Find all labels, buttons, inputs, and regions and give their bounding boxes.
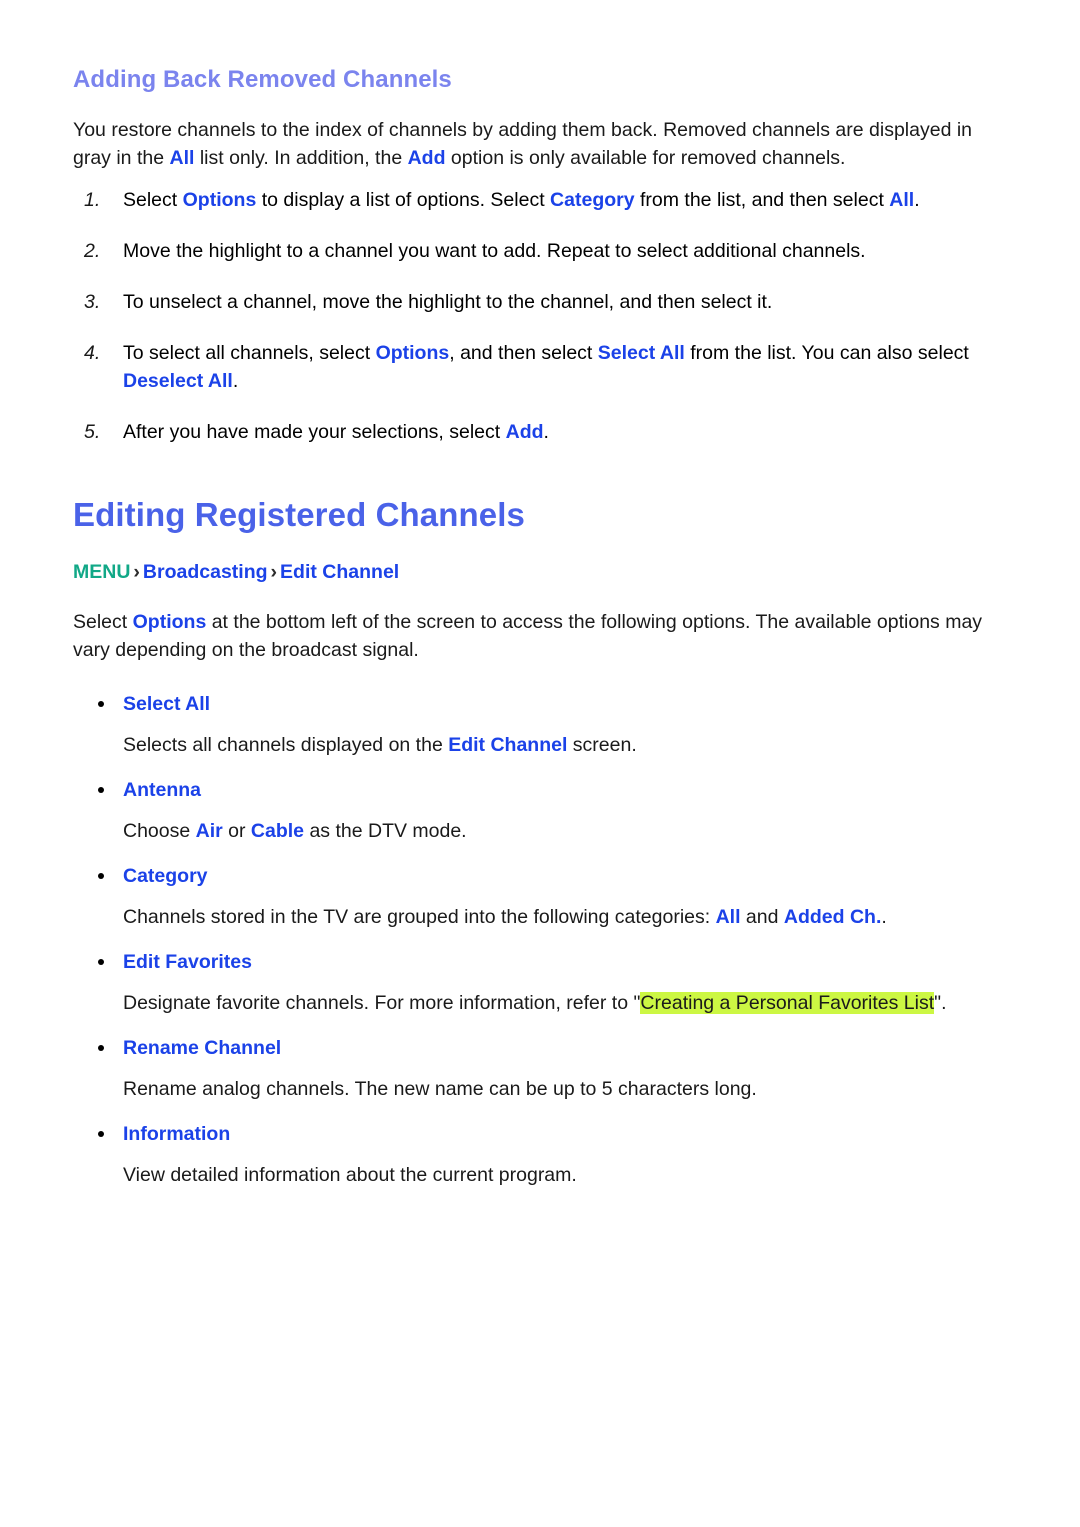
- step-text-part-4: .: [914, 189, 920, 211]
- step-text-part-1: After you have made your selections, sel…: [123, 421, 506, 443]
- option-description: View detailed information about the curr…: [73, 1161, 1010, 1189]
- option-label: Category: [123, 865, 208, 887]
- option-entry-edit-favorites: Edit Favorites: [73, 948, 1010, 976]
- inline-emphasis-options: Options: [132, 611, 207, 633]
- step-number: 2.: [84, 240, 101, 262]
- inline-emphasis-add: Add: [407, 147, 446, 169]
- option-label: Edit Favorites: [123, 951, 252, 973]
- inline-emphasis-all: All: [889, 189, 915, 211]
- list-item: Select All Selects all channels displaye…: [73, 690, 1010, 759]
- step-text-part-3: from the list, and then select: [634, 189, 890, 211]
- section1-intro-paragraph: You restore channels to the index of cha…: [73, 116, 1010, 172]
- intro-text-part-2: list only. In addition, the: [194, 147, 408, 169]
- list-item: 1. Select Options to display a list of op…: [73, 186, 1010, 214]
- desc-text-part-1: Designate favorite channels. For more in…: [123, 992, 641, 1014]
- intro-text-part-1: Select: [73, 611, 133, 633]
- list-item: Category Channels stored in the TV are g…: [73, 862, 1010, 931]
- desc-text-part-2: ".: [934, 992, 947, 1014]
- bullet-dot-icon: [98, 1045, 104, 1051]
- step-text-part-2: .: [543, 421, 549, 443]
- bullet-dot-icon: [98, 701, 104, 707]
- list-item: 3. To unselect a channel, move the highli…: [73, 288, 1010, 316]
- list-item: Antenna Choose Air or Cable as the DTV m…: [73, 776, 1010, 845]
- option-entry-select-all: Select All: [73, 690, 1010, 718]
- chevron-right-icon: ›: [270, 561, 278, 583]
- document-page: Adding Back Removed Channels You restore…: [0, 0, 1080, 1527]
- option-entry-rename-channel: Rename Channel: [73, 1034, 1010, 1062]
- desc-text-part-1: Rename analog channels. The new name can…: [123, 1078, 757, 1100]
- desc-text-part-2: screen.: [567, 734, 637, 756]
- option-description: Selects all channels displayed on the Ed…: [73, 731, 1010, 759]
- list-item: 5. After you have made your selections, s…: [73, 418, 1010, 446]
- inline-emphasis-options: Options: [375, 342, 450, 364]
- breadcrumb-item-broadcasting: Broadcasting: [142, 561, 268, 583]
- inline-emphasis-cable: Cable: [250, 820, 305, 842]
- inline-emphasis-all: All: [715, 906, 741, 928]
- section-heading-editing-registered-channels: Editing Registered Channels: [73, 496, 525, 533]
- highlighted-cross-reference[interactable]: Creating a Personal Favorites List: [640, 992, 935, 1014]
- option-entry-category: Category: [73, 862, 1010, 890]
- bullet-dot-icon: [98, 959, 104, 965]
- option-description: Designate favorite channels. For more in…: [73, 989, 1010, 1017]
- option-label: Information: [123, 1123, 231, 1145]
- desc-text-part-1: Channels stored in the TV are grouped in…: [123, 906, 716, 928]
- inline-emphasis-added-ch: Added Ch.: [783, 906, 882, 928]
- step-text-part-1: To unselect a channel, move the highligh…: [123, 291, 773, 313]
- inline-emphasis-deselect-all: Deselect All: [123, 370, 233, 392]
- inline-emphasis-all: All: [169, 147, 195, 169]
- list-item: 2. Move the highlight to a channel you wa…: [73, 237, 1010, 265]
- list-item: Edit Favorites Designate favorite channe…: [73, 948, 1010, 1017]
- step-text-part-1: Select: [123, 189, 183, 211]
- desc-text-part-3: as the DTV mode.: [304, 820, 467, 842]
- option-label: Rename Channel: [123, 1037, 282, 1059]
- breadcrumb: MENU › Broadcasting › Edit Channel: [73, 558, 1010, 586]
- list-item: 4. To select all channels, select Options…: [73, 339, 1010, 395]
- step-text-part-2: to display a list of options. Select: [256, 189, 551, 211]
- desc-text-part-1: Choose: [123, 820, 196, 842]
- inline-emphasis-options: Options: [182, 189, 257, 211]
- inline-emphasis-category: Category: [550, 189, 635, 211]
- inline-emphasis-air: Air: [195, 820, 223, 842]
- chevron-right-icon: ›: [133, 561, 140, 583]
- intro-text-part-2: at the bottom left of the screen to acce…: [73, 611, 983, 661]
- numbered-steps-list: 1. Select Options to display a list of op…: [73, 186, 1010, 446]
- bullet-dot-icon: [98, 1131, 104, 1137]
- options-bullet-list: Select All Selects all channels displaye…: [73, 690, 1010, 1189]
- option-label: Antenna: [123, 779, 201, 801]
- step-number: 4.: [84, 342, 101, 364]
- bullet-dot-icon: [98, 787, 104, 793]
- desc-text-part-3: .: [881, 906, 887, 928]
- option-description: Choose Air or Cable as the DTV mode.: [73, 817, 1010, 845]
- section2-intro-paragraph: Select Options at the bottom left of the…: [73, 608, 1010, 664]
- breadcrumb-item-menu: MENU: [73, 561, 131, 583]
- option-description: Rename analog channels. The new name can…: [73, 1075, 1010, 1103]
- list-item: Rename Channel Rename analog channels. T…: [73, 1034, 1010, 1103]
- step-text-part-1: Move the highlight to a channel you want…: [123, 240, 866, 262]
- desc-text-part-1: Selects all channels displayed on the: [123, 734, 449, 756]
- option-entry-antenna: Antenna: [73, 776, 1010, 804]
- step-text-part-2: , and then select: [449, 342, 598, 364]
- desc-text-part-2: or: [222, 820, 251, 842]
- section-heading-adding-back-removed-channels: Adding Back Removed Channels: [73, 66, 452, 93]
- desc-text-part-2: and: [740, 906, 784, 928]
- intro-text-part-3: option is only available for removed cha…: [445, 147, 846, 169]
- inline-emphasis-add: Add: [505, 421, 544, 443]
- step-text-part-4: .: [232, 370, 239, 392]
- option-description: Channels stored in the TV are grouped in…: [73, 903, 1010, 931]
- option-label: Select All: [123, 693, 211, 715]
- inline-emphasis-select-all: Select All: [597, 342, 685, 364]
- bullet-dot-icon: [98, 873, 104, 879]
- breadcrumb-item-edit-channel: Edit Channel: [280, 561, 400, 583]
- desc-text-part-1: View detailed information about the curr…: [123, 1164, 577, 1186]
- list-item: Information View detailed information ab…: [73, 1120, 1010, 1189]
- step-text-part-1: To select all channels, select: [123, 342, 376, 364]
- inline-emphasis-edit-channel: Edit Channel: [448, 734, 568, 756]
- step-number: 5.: [84, 421, 101, 443]
- option-entry-information: Information: [73, 1120, 1010, 1148]
- step-number: 1.: [84, 189, 101, 211]
- step-text-part-3: from the list. You can also select: [684, 342, 969, 364]
- step-number: 3.: [84, 291, 101, 313]
